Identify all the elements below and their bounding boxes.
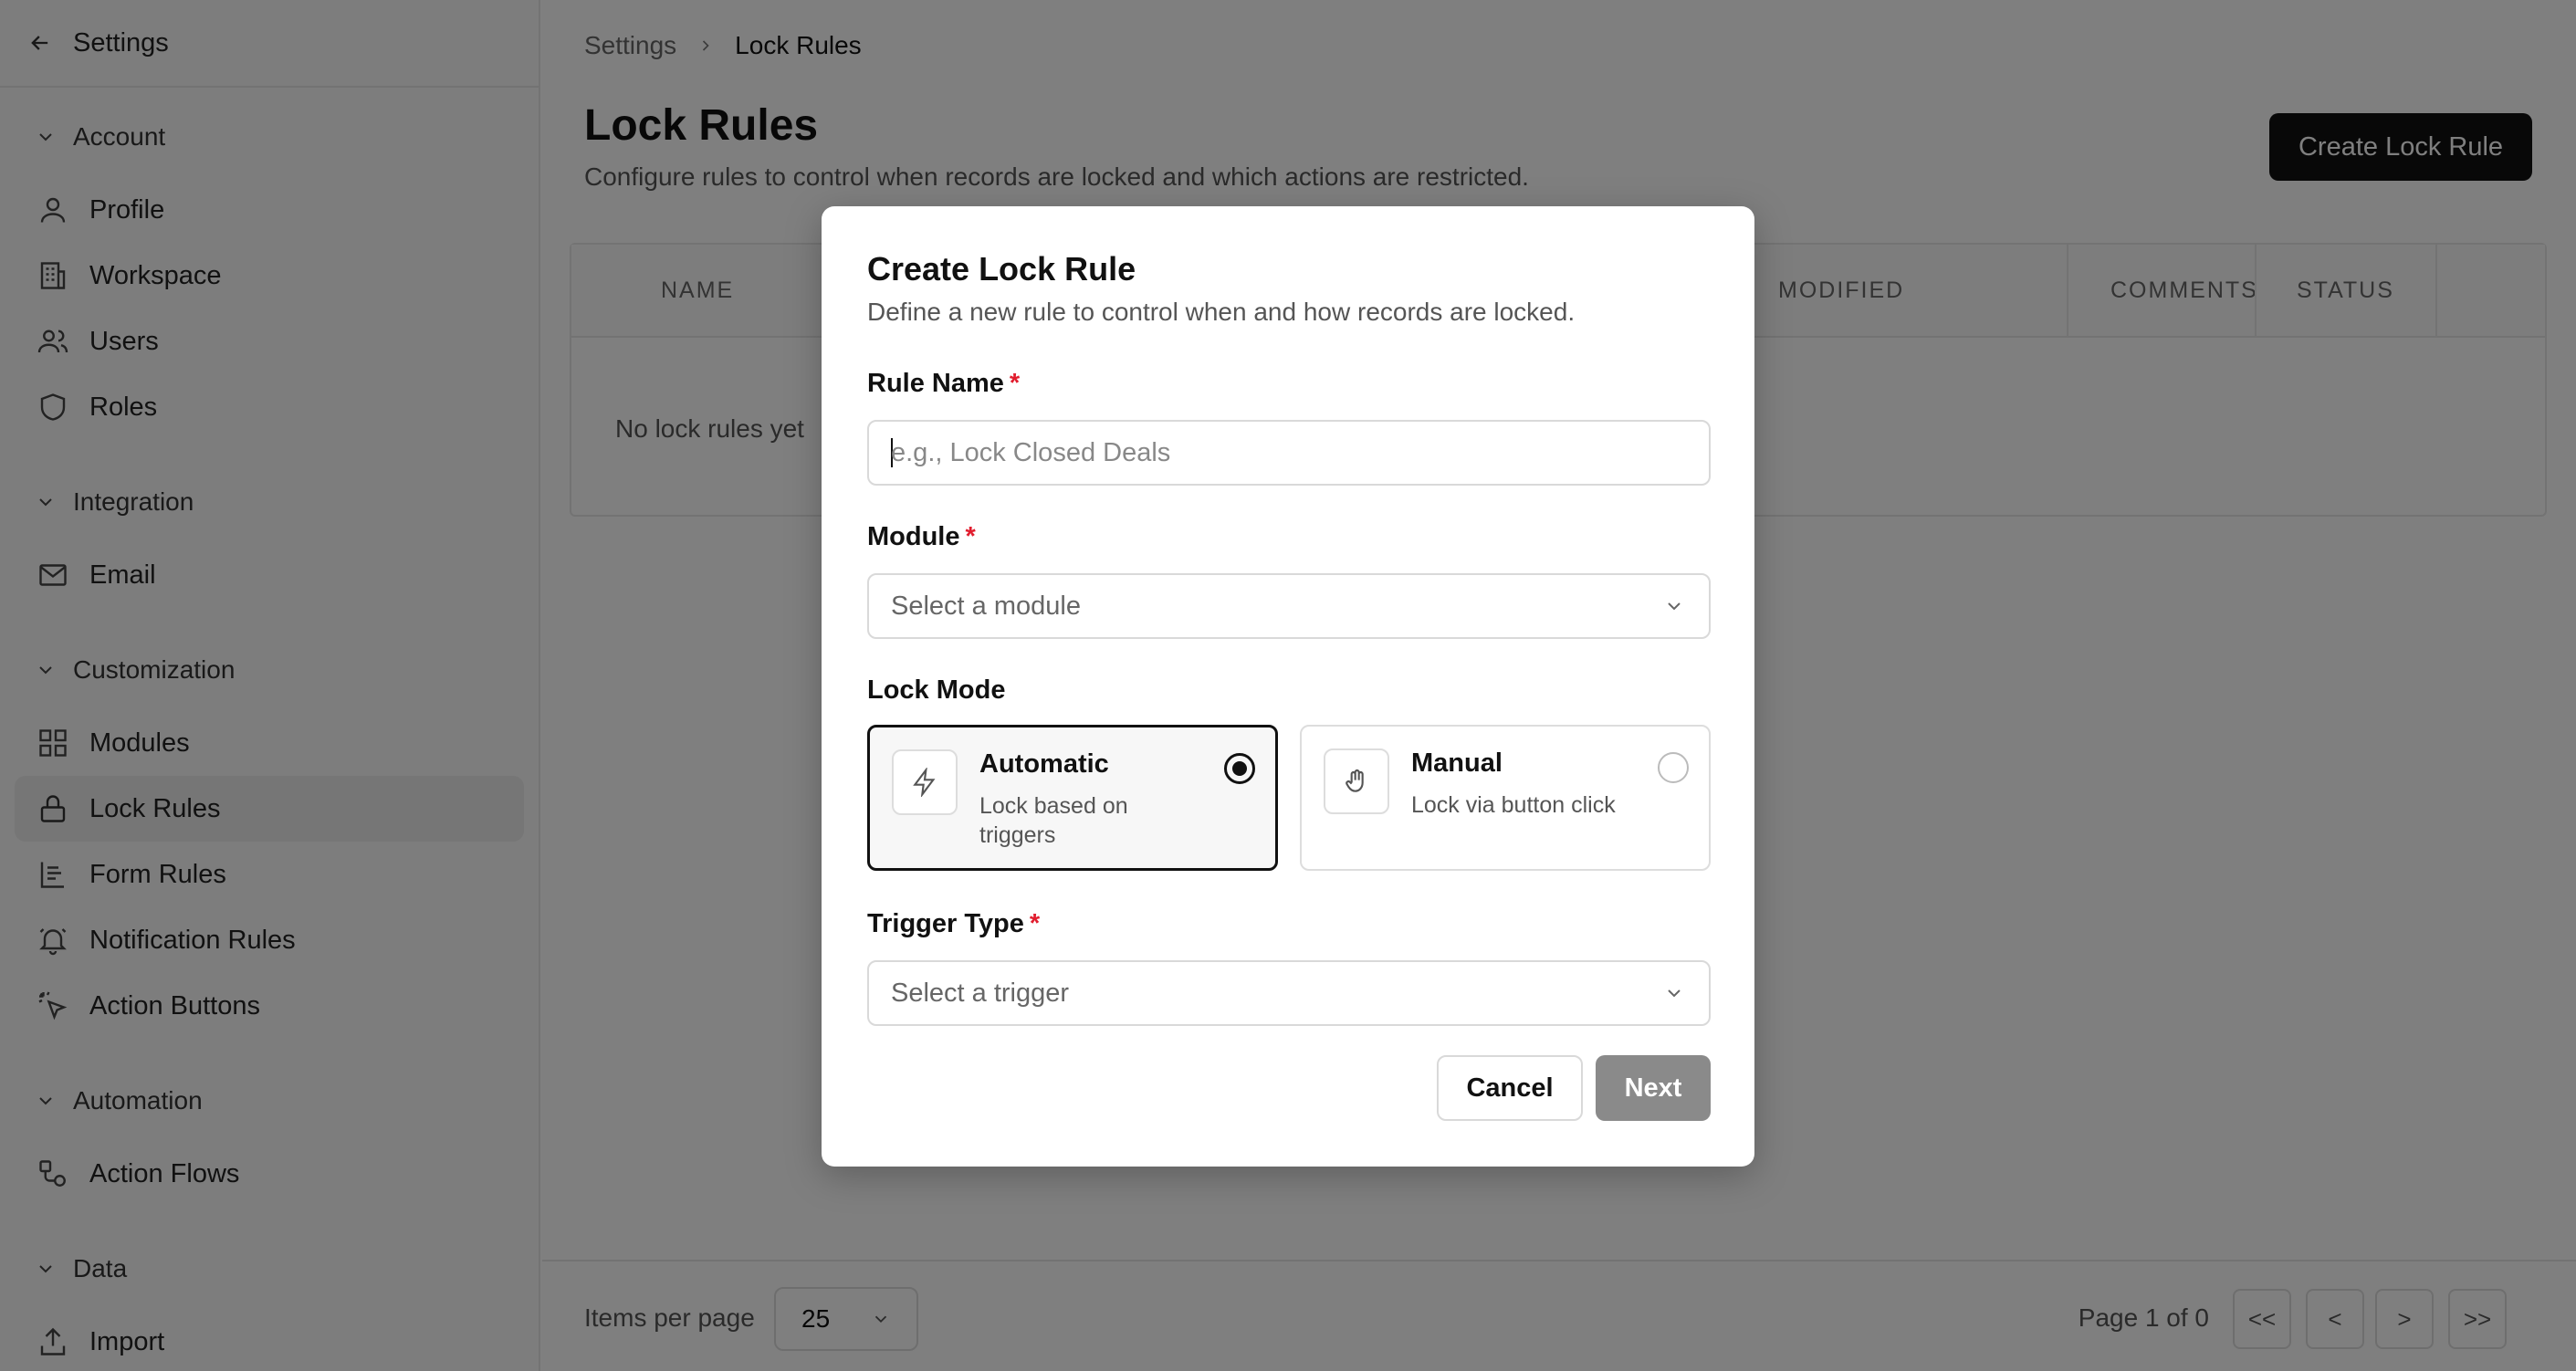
lightning-icon [913, 768, 936, 797]
icon-box [1324, 748, 1389, 814]
dialog-subtitle: Define a new rule to control when and ho… [867, 298, 1576, 326]
chevron-down-icon [1668, 989, 1681, 998]
rule-name-label-text: Rule Name [867, 369, 1004, 398]
trigger-select-value: Select a trigger [891, 978, 1070, 1008]
module-label: Module * [867, 522, 976, 552]
chevron-down-icon [1668, 602, 1681, 611]
manual-title: Manual [1411, 748, 1503, 778]
rule-name-placeholder: e.g., Lock Closed Deals [891, 437, 1171, 467]
icon-box [892, 749, 958, 815]
automatic-radio[interactable] [1224, 753, 1255, 784]
manual-description: Lock via button click [1411, 792, 1616, 818]
trigger-type-label: Trigger Type * [867, 909, 1040, 939]
required-marker: * [1009, 369, 1021, 398]
create-lock-rule-dialog: Create Lock Rule Define a new rule to co… [822, 206, 1754, 1167]
manual-radio[interactable] [1658, 752, 1689, 783]
trigger-type-label-text: Trigger Type [867, 909, 1024, 938]
module-label-text: Module [867, 522, 960, 551]
rule-name-label: Rule Name * [867, 369, 1020, 399]
lock-mode-manual-option[interactable]: Manual Lock via button click [1300, 725, 1711, 871]
lock-mode-label: Lock Mode [867, 675, 1006, 705]
automatic-description: Lock based on triggers [979, 793, 1128, 848]
rule-name-input[interactable]: e.g., Lock Closed Deals [867, 420, 1711, 486]
required-marker: * [1029, 909, 1041, 938]
dialog-title: Create Lock Rule [867, 250, 1136, 288]
trigger-type-select[interactable]: Select a trigger [867, 960, 1711, 1026]
module-select[interactable]: Select a module [867, 573, 1711, 639]
lock-mode-automatic-option[interactable]: Automatic Lock based on triggers [867, 725, 1278, 871]
automatic-title: Automatic [979, 749, 1109, 779]
hand-icon [1346, 769, 1364, 792]
module-select-value: Select a module [891, 591, 1081, 621]
cancel-button[interactable]: Cancel [1437, 1055, 1583, 1121]
required-marker: * [965, 522, 976, 551]
next-button[interactable]: Next [1596, 1055, 1711, 1121]
